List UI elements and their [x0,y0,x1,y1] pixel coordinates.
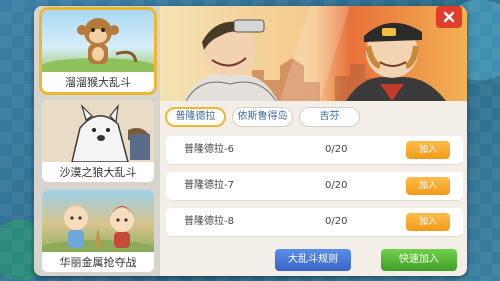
monkey-brawl-artwork [42,10,154,72]
close-icon [443,11,455,23]
tab-geffen[interactable]: 吉芬 [299,107,360,127]
join-room-button[interactable]: 加入 [406,141,450,159]
room-list: 普隆德拉-6 0/20 加入 普隆德拉-7 0/20 加入 普隆德拉-8 0/2… [166,136,463,244]
room-row: 普隆德拉-6 0/20 加入 [166,136,463,164]
room-row: 普隆德拉-8 0/20 加入 [166,208,463,236]
brawl-rules-button[interactable]: 大乱斗规则 [275,249,351,271]
mode-card-metal-heist[interactable]: 华丽金属抢夺战 [42,190,154,272]
quick-join-button[interactable]: 快速加入 [381,249,457,271]
room-name: 普隆德拉-7 [184,180,234,191]
close-button[interactable] [436,6,462,28]
mode-card-monkey-brawl[interactable]: 溜溜猴大乱斗 [39,7,157,95]
event-banner [160,6,467,101]
mode-card-desert-wolf-brawl[interactable]: 沙漠之狼大乱斗 [42,100,154,182]
room-name: 普隆德拉-6 [184,144,234,155]
room-player-count: 0/20 [325,180,348,191]
join-room-button[interactable]: 加入 [406,213,450,231]
tab-prontera[interactable]: 普隆德拉 [165,107,226,127]
tab-izlude[interactable]: 依斯鲁得岛 [232,107,293,127]
mode-label: 华丽金属抢夺战 [42,254,154,272]
mode-label: 沙漠之狼大乱斗 [42,164,154,182]
mode-label: 溜溜猴大乱斗 [42,74,154,92]
room-row: 普隆德拉-7 0/20 加入 [166,172,463,200]
room-player-count: 0/20 [325,144,348,155]
region-tabs: 普隆德拉 依斯鲁得岛 吉芬 [165,107,360,127]
metal-heist-artwork [42,190,154,252]
room-name: 普隆德拉-8 [184,216,234,227]
room-player-count: 0/20 [325,216,348,227]
desert-wolf-brawl-artwork [42,100,154,162]
join-room-button[interactable]: 加入 [406,177,450,195]
